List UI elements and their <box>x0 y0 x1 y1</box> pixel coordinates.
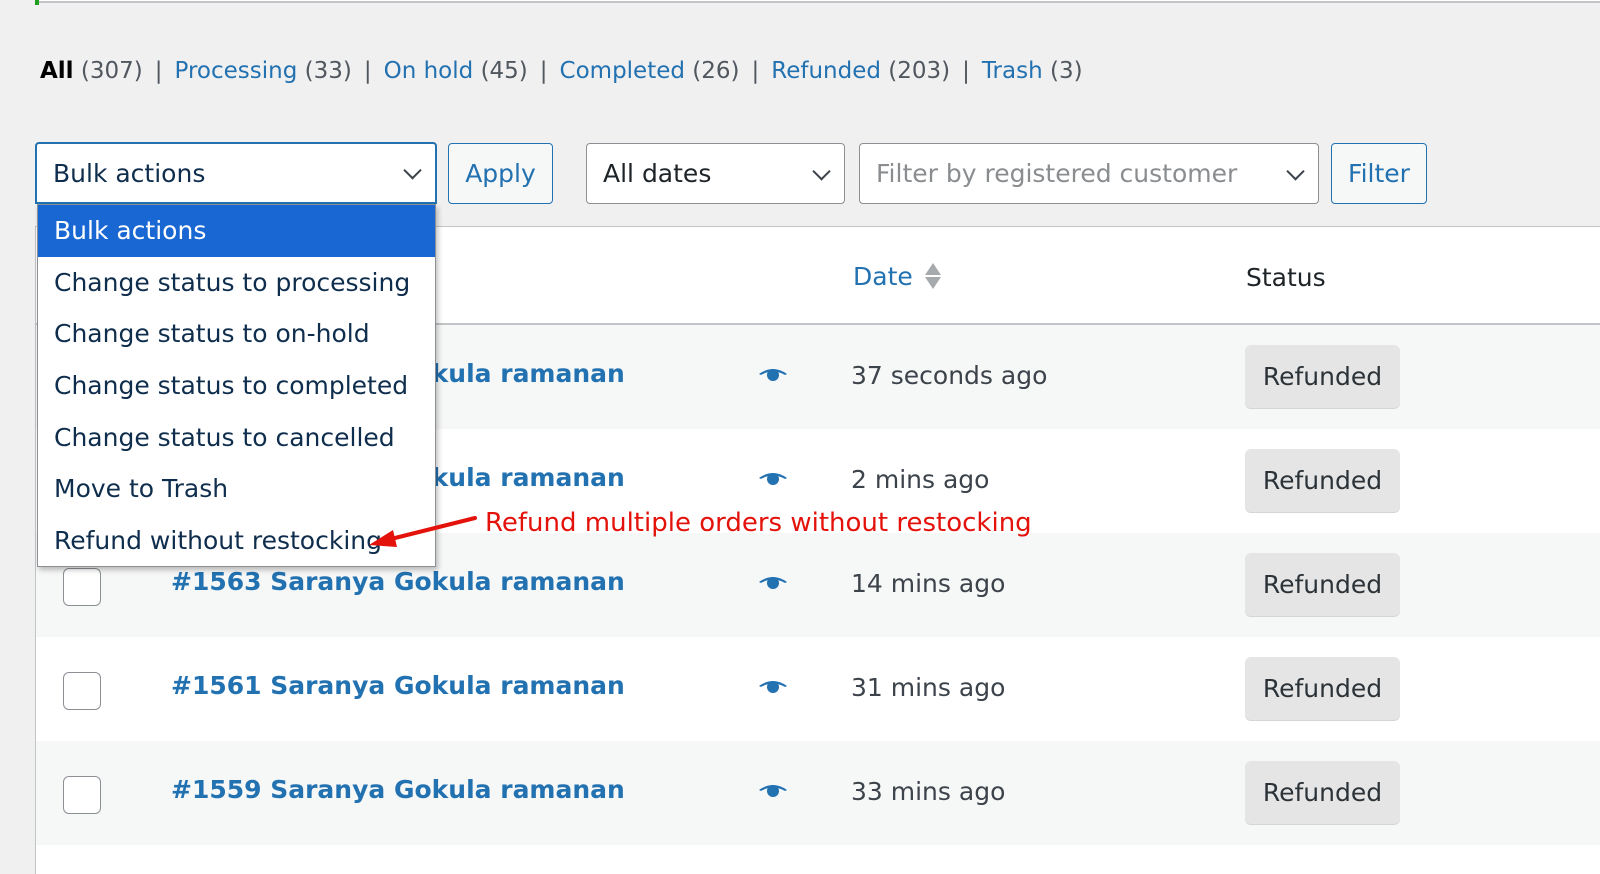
apply-button[interactable]: Apply <box>448 143 553 204</box>
eye-icon[interactable] <box>758 573 788 593</box>
order-link[interactable]: #1559 Saranya Gokula ramanan <box>171 775 625 804</box>
order-link[interactable]: #1563 Saranya Gokula ramanan <box>171 567 625 596</box>
filter-on-hold[interactable]: On hold (45) <box>384 58 528 84</box>
status-badge: Refunded <box>1245 657 1400 720</box>
eye-icon[interactable] <box>758 469 788 489</box>
chevron-down-icon <box>403 161 422 180</box>
column-header-status: Status <box>1246 263 1326 292</box>
order-date: 31 mins ago <box>851 673 1006 702</box>
filter-button[interactable]: Filter <box>1331 143 1427 204</box>
dates-value: All dates <box>603 159 712 188</box>
bulk-option-cancelled[interactable]: Change status to cancelled <box>38 411 435 463</box>
order-date: 37 seconds ago <box>851 361 1048 390</box>
filter-trash[interactable]: Trash (3) <box>982 58 1083 84</box>
customer-filter-select[interactable]: Filter by registered customer <box>859 143 1319 204</box>
order-link[interactable]: #1561 Saranya Gokula ramanan <box>171 671 625 700</box>
filter-all[interactable]: All (307) <box>40 58 143 84</box>
status-badge: Refunded <box>1245 761 1400 824</box>
column-header-date[interactable]: Date <box>853 261 941 291</box>
bulk-option-trash[interactable]: Move to Trash <box>38 463 435 515</box>
eye-icon[interactable] <box>758 677 788 697</box>
eye-icon[interactable] <box>758 365 788 385</box>
status-badge: Refunded <box>1245 449 1400 512</box>
order-date: 2 mins ago <box>851 465 990 494</box>
table-row: #1561 Saranya Gokula ramanan 31 mins ago… <box>36 637 1600 741</box>
eye-icon[interactable] <box>758 781 788 801</box>
bulk-actions-select[interactable]: Bulk actions <box>35 142 437 204</box>
top-accent-mark <box>35 0 39 5</box>
bulk-option-processing[interactable]: Change status to processing <box>38 257 435 309</box>
bulk-option-completed[interactable]: Change status to completed <box>38 360 435 412</box>
row-checkbox[interactable] <box>63 568 101 606</box>
sort-icon[interactable] <box>924 261 941 291</box>
order-status-filters: All (307) | Processing (33) | On hold (45) | C… <box>40 58 1083 84</box>
order-date: 33 mins ago <box>851 777 1006 806</box>
status-badge: Refunded <box>1245 553 1400 616</box>
filter-refunded[interactable]: Refunded (203) <box>771 58 950 84</box>
admin-top-border <box>35 0 1600 3</box>
table-row: #1559 Saranya Gokula ramanan 33 mins ago… <box>36 741 1600 845</box>
annotation-arrow-icon <box>369 516 477 547</box>
status-badge: Refunded <box>1245 345 1400 408</box>
annotation-text: Refund multiple orders without restockin… <box>485 508 1032 538</box>
customer-filter-placeholder: Filter by registered customer <box>876 159 1238 188</box>
order-date: 14 mins ago <box>851 569 1006 598</box>
row-checkbox[interactable] <box>63 672 101 710</box>
bulk-option-on-hold[interactable]: Change status to on-hold <box>38 308 435 360</box>
chevron-down-icon <box>1286 161 1305 181</box>
dates-select[interactable]: All dates <box>586 143 845 204</box>
filter-processing[interactable]: Processing (33) <box>175 58 352 84</box>
chevron-down-icon <box>812 161 831 181</box>
row-checkbox[interactable] <box>63 776 101 814</box>
bulk-actions-value: Bulk actions <box>53 158 206 188</box>
filter-completed[interactable]: Completed (26) <box>560 58 740 84</box>
bulk-option-none[interactable]: Bulk actions <box>38 205 435 257</box>
